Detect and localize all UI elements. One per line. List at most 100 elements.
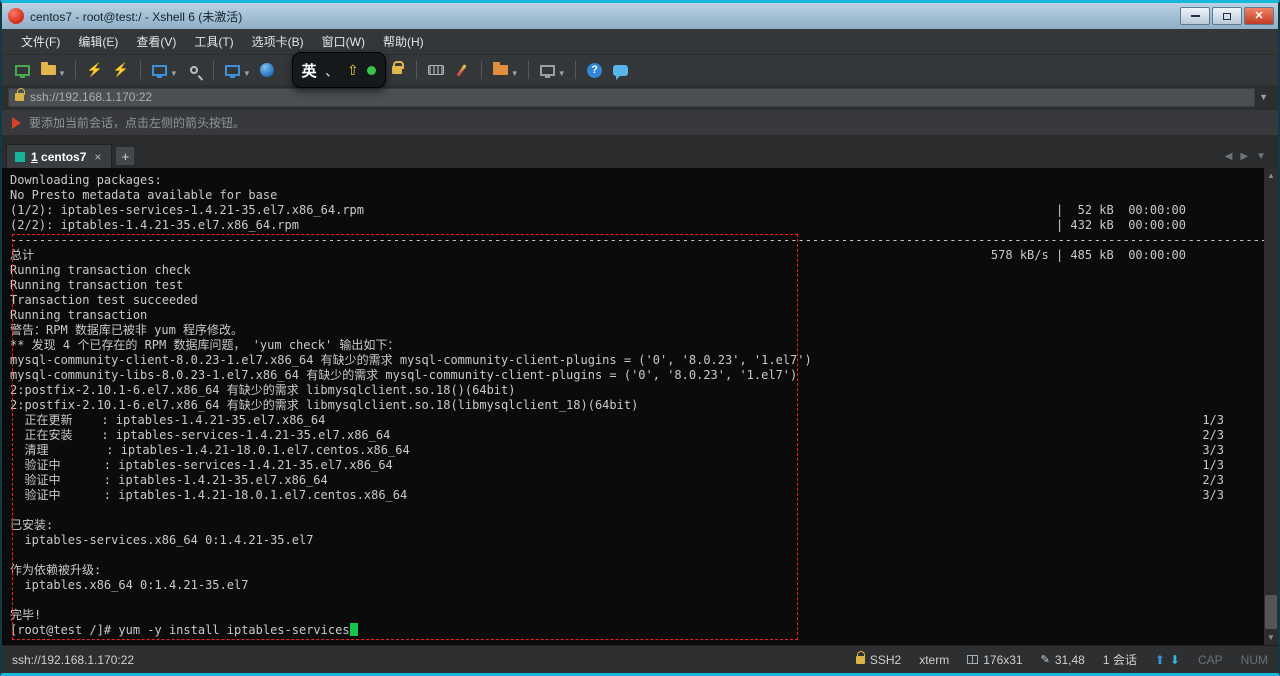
tab-scroll-left-icon[interactable]: ◀: [1225, 151, 1233, 162]
xshell-window: centos7 - root@test:/ - Xshell 6 (未激活) ✕…: [0, 0, 1280, 676]
terminal-line: 作为依赖被升级:: [10, 563, 1264, 578]
lock-icon[interactable]: [385, 58, 409, 82]
download-arrow-icon[interactable]: ⬇: [1170, 653, 1180, 667]
terminal-line: 正在安装 : iptables-services-1.4.21-35.el7.x…: [10, 428, 1264, 443]
address-dropdown-icon[interactable]: ▼: [1255, 92, 1272, 102]
grid-icon: [967, 655, 978, 664]
terminal-line: (2/2): iptables-1.4.21-35.el7.x86_64.rpm…: [10, 218, 1264, 233]
address-bar: ssh://192.168.1.170:22 ▼: [2, 85, 1278, 109]
session-properties-icon[interactable]: [148, 58, 172, 82]
restore-button[interactable]: [1212, 7, 1242, 25]
window-title: centos7 - root@test:/ - Xshell 6 (未激活): [30, 8, 242, 25]
menu-bar: 文件(F)编辑(E)查看(V)工具(T)选项卡(B)窗口(W)帮助(H): [2, 29, 1278, 55]
status-session-count: 1 会话: [1103, 651, 1137, 668]
status-bar: ssh://192.168.1.170:22 SSH2 xterm 176x31…: [2, 645, 1278, 673]
scroll-down-icon[interactable]: ▼: [1267, 630, 1275, 645]
title-bar[interactable]: centos7 - root@test:/ - Xshell 6 (未激活) ✕: [2, 3, 1278, 29]
terminal-line: mysql-community-client-8.0.23-1.el7.x86_…: [10, 353, 1264, 368]
terminal-line: No Presto metadata available for base: [10, 188, 1264, 203]
status-connection-url: ssh://192.168.1.170:22: [12, 653, 134, 667]
chevron-down-icon[interactable]: ▼: [558, 69, 566, 78]
menu-item-1[interactable]: 编辑(E): [69, 29, 127, 54]
status-cursor-position: ✎ 31,48: [1041, 653, 1085, 667]
keyboard-icon[interactable]: [424, 58, 448, 82]
terminal-line: 已安装:: [10, 518, 1264, 533]
terminal-line: Running transaction test: [10, 278, 1264, 293]
terminal-line: 2:postfix-2.10.1-6.el7.x86_64 有缺少的需求 lib…: [10, 398, 1264, 413]
terminal-scrollbar[interactable]: ▲ ▼: [1264, 168, 1278, 645]
status-protocol: SSH2: [856, 653, 901, 667]
reconnect-icon[interactable]: ⚡: [109, 58, 133, 82]
ime-shape-indicator[interactable]: ⇧: [347, 62, 359, 79]
new-tab-button[interactable]: +: [116, 147, 134, 165]
open-session-folder-icon[interactable]: [36, 58, 60, 82]
scrollbar-thumb[interactable]: [1265, 595, 1277, 629]
terminal-line: 完毕!: [10, 608, 1264, 623]
open-session-button[interactable]: ▼: [36, 58, 68, 82]
status-terminal-type: xterm: [919, 653, 949, 667]
terminal-line: 验证中 : iptables-services-1.4.21-35.el7.x8…: [10, 458, 1264, 473]
highlighter-icon[interactable]: [450, 58, 474, 82]
disconnect-icon[interactable]: ⚡: [83, 58, 107, 82]
chevron-down-icon[interactable]: ▼: [170, 69, 178, 78]
terminal-line: 总计578 kB/s | 485 kB 00:00:00: [10, 248, 1264, 263]
ime-language-indicator[interactable]: 英: [302, 60, 317, 81]
scroll-up-icon[interactable]: ▲: [1267, 168, 1275, 183]
chevron-down-icon[interactable]: ▼: [58, 69, 66, 78]
lock-icon: [15, 93, 24, 101]
terminal-line: 清理 : iptables-1.4.21-18.0.1.el7.centos.x…: [10, 443, 1264, 458]
terminal-line: [10, 503, 1264, 518]
file-transfer-button[interactable]: ▼: [489, 58, 521, 82]
new-session-icon[interactable]: [10, 58, 34, 82]
terminal-line: ** 发现 4 个已存在的 RPM 数据库问题， 'yum check' 输出如…: [10, 338, 1264, 353]
terminal-line: 验证中 : iptables-1.4.21-18.0.1.el7.centos.…: [10, 488, 1264, 503]
ime-punctuation-indicator[interactable]: 、: [325, 61, 338, 80]
lock-icon: [856, 656, 865, 664]
terminal-area[interactable]: Downloading packages:No Presto metadata …: [2, 168, 1278, 645]
new-window-icon[interactable]: [221, 58, 245, 82]
chevron-down-icon[interactable]: ▼: [511, 69, 519, 78]
terminal-line: [10, 548, 1264, 563]
terminal-line: ----------------------------------------…: [10, 233, 1264, 248]
minimize-button[interactable]: [1180, 7, 1210, 25]
help-icon[interactable]: ?: [583, 58, 607, 82]
menu-item-2[interactable]: 查看(V): [127, 29, 185, 54]
menu-item-5[interactable]: 窗口(W): [313, 29, 374, 54]
terminal-line: (1/2): iptables-services-1.4.21-35.el7.x…: [10, 203, 1264, 218]
connected-indicator-icon: [15, 152, 25, 162]
terminal-line: 警告：RPM 数据库已被非 yum 程序修改。: [10, 323, 1264, 338]
find-icon[interactable]: [182, 58, 206, 82]
file-transfer-icon[interactable]: [489, 58, 513, 82]
tab-centos7[interactable]: 1 centos7 ×: [6, 144, 112, 168]
ime-status-overlay[interactable]: 英 、 ⇧: [292, 52, 386, 88]
window-list-button[interactable]: ▼: [536, 58, 568, 82]
address-input[interactable]: ssh://192.168.1.170:22: [8, 88, 1255, 107]
session-properties-button[interactable]: ▼: [148, 58, 180, 82]
menu-item-0[interactable]: 文件(F): [12, 29, 69, 54]
terminal-line: 正在更新 : iptables-1.4.21-35.el7.x86_641/3: [10, 413, 1264, 428]
chat-icon[interactable]: [609, 58, 633, 82]
new-window-button[interactable]: ▼: [221, 58, 253, 82]
status-caps-lock: CAP: [1198, 653, 1223, 667]
tab-menu-icon[interactable]: ▼: [1256, 151, 1266, 162]
terminal-line: [10, 593, 1264, 608]
menu-item-6[interactable]: 帮助(H): [374, 29, 433, 54]
info-bar: 要添加当前会话，点击左侧的箭头按钮。: [2, 109, 1278, 135]
tab-bar: 1 centos7 × + ◀ ▶ ▼: [2, 135, 1278, 168]
toolbar: ▼ ⚡ ⚡ ▼ ▼ ⤢ ▼ ▼: [2, 55, 1278, 85]
upload-arrow-icon[interactable]: ⬆: [1155, 653, 1165, 667]
terminal-line: 2:postfix-2.10.1-6.el7.x86_64 有缺少的需求 lib…: [10, 383, 1264, 398]
terminal-line: 验证中 : iptables-1.4.21-35.el7.x86_642/3: [10, 473, 1264, 488]
window-list-icon[interactable]: [536, 58, 560, 82]
tab-close-icon[interactable]: ×: [92, 150, 103, 164]
globe-icon[interactable]: [255, 58, 279, 82]
terminal-line: [root@test /]# yum -y install iptables-s…: [10, 623, 1264, 638]
terminal-output[interactable]: Downloading packages:No Presto metadata …: [2, 168, 1264, 645]
terminal-line: iptables.x86_64 0:1.4.21-35.el7: [10, 578, 1264, 593]
menu-item-4[interactable]: 选项卡(B): [243, 29, 313, 54]
chevron-down-icon[interactable]: ▼: [243, 69, 251, 78]
close-button[interactable]: ✕: [1244, 7, 1274, 25]
terminal-line: Running transaction check: [10, 263, 1264, 278]
menu-item-3[interactable]: 工具(T): [185, 29, 242, 54]
tab-scroll-right-icon[interactable]: ▶: [1240, 151, 1248, 162]
